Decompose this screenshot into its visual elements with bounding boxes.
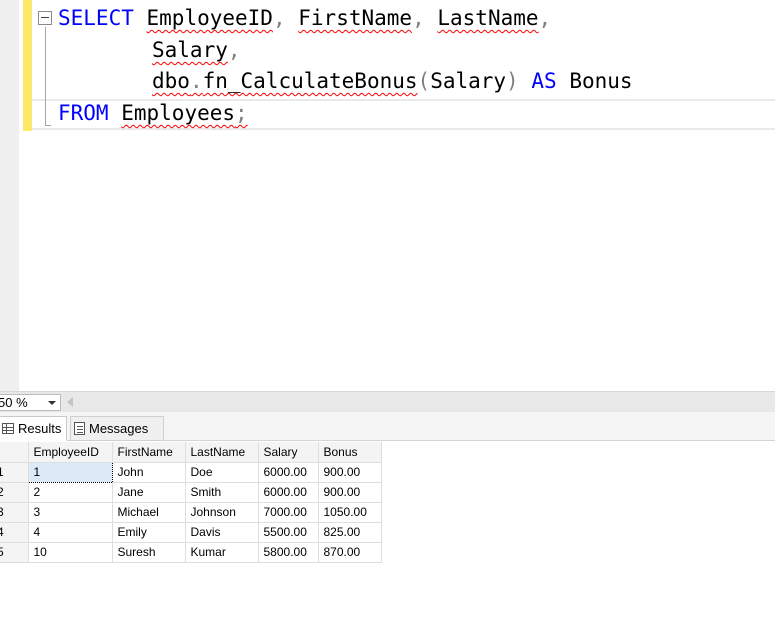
fold-guide: [45, 27, 51, 126]
code-line-1: SELECT EmployeeID, FirstName, LastName,: [58, 4, 551, 32]
keyword-as: AS: [531, 69, 557, 93]
cell-bonus[interactable]: 825.00: [318, 522, 382, 543]
cell-lastname[interactable]: Kumar: [185, 542, 259, 563]
cell-employeeid[interactable]: 4: [28, 522, 113, 543]
zoom-value: 50 %: [0, 395, 28, 410]
cell-lastname[interactable]: Davis: [185, 522, 259, 543]
cell-salary[interactable]: 6000.00: [258, 462, 319, 483]
cell-firstname[interactable]: Suresh: [112, 542, 186, 563]
keyword-select: SELECT: [58, 6, 134, 30]
cell-firstname[interactable]: Jane: [112, 482, 186, 503]
corner-cell[interactable]: [0, 442, 29, 463]
function-name: fn_CalculateBonus: [202, 69, 418, 93]
cell-lastname[interactable]: Doe: [185, 462, 259, 483]
query-editor[interactable]: SELECT EmployeeID, FirstName, LastName, …: [0, 0, 775, 391]
cell-firstname[interactable]: John: [112, 462, 186, 483]
cell-salary[interactable]: 7000.00: [258, 502, 319, 523]
zoom-select[interactable]: 50 %: [0, 394, 61, 411]
column-lastname: LastName: [437, 6, 539, 30]
cell-salary[interactable]: 5800.00: [258, 542, 319, 563]
cell-employeeid[interactable]: 1: [27, 461, 113, 483]
lparen: (: [417, 69, 431, 93]
code-line-4: FROM Employees;: [58, 99, 248, 127]
column-header[interactable]: LastName: [185, 442, 259, 463]
collapse-icon[interactable]: [38, 11, 52, 25]
table-row: 2 2 Jane Smith 6000.00 900.00: [0, 482, 382, 503]
column-header[interactable]: Bonus: [318, 442, 382, 463]
header-row: EmployeeID FirstName LastName Salary Bon…: [0, 442, 382, 463]
row-number[interactable]: 1: [0, 462, 29, 483]
tab-results-label: Results: [18, 421, 62, 436]
cell-salary[interactable]: 5500.00: [258, 522, 319, 543]
grid-icon: [2, 423, 14, 435]
change-margin: [23, 0, 32, 131]
column-firstname: FirstName: [298, 6, 413, 30]
cell-bonus[interactable]: 870.00: [318, 542, 382, 563]
chevron-down-icon[interactable]: [48, 401, 56, 405]
code-line-2: Salary,: [152, 36, 241, 64]
code-line-3: dbo.fn_CalculateBonus(Salary) AS Bonus: [152, 67, 633, 95]
cell-employeeid[interactable]: 2: [28, 482, 113, 503]
row-number[interactable]: 3: [0, 502, 29, 523]
cell-salary[interactable]: 6000.00: [258, 482, 319, 503]
column-salary: Salary: [152, 38, 228, 62]
editor-gutter: [0, 0, 19, 391]
scroll-left-icon[interactable]: [67, 397, 73, 407]
cell-bonus[interactable]: 900.00: [318, 482, 382, 503]
cell-firstname[interactable]: Michael: [112, 502, 186, 523]
alias-bonus: Bonus: [569, 69, 633, 93]
messages-icon: [74, 422, 85, 436]
row-number[interactable]: 4: [0, 522, 29, 543]
keyword-from: FROM: [58, 101, 109, 125]
table-row: 5 10 Suresh Kumar 5800.00 870.00: [0, 542, 382, 563]
tab-messages[interactable]: Messages: [70, 416, 164, 441]
comma: ,: [227, 38, 241, 62]
column-header[interactable]: EmployeeID: [28, 442, 113, 463]
zoom-bar: 50 %: [0, 391, 775, 412]
tab-results[interactable]: Results: [0, 416, 67, 441]
row-number[interactable]: 2: [0, 482, 29, 503]
cell-employeeid[interactable]: 10: [28, 542, 113, 563]
column-header[interactable]: Salary: [258, 442, 319, 463]
results-grid[interactable]: EmployeeID FirstName LastName Salary Bon…: [0, 442, 382, 563]
rparen: ): [506, 69, 519, 93]
table-employees: Employees: [121, 101, 236, 125]
cell-lastname[interactable]: Johnson: [185, 502, 259, 523]
tab-messages-label: Messages: [89, 421, 149, 436]
schema-dbo: dbo: [152, 69, 190, 93]
comma: ,: [272, 6, 286, 30]
column-employeeid: EmployeeID: [146, 6, 273, 30]
table-row: 3 3 Michael Johnson 7000.00 1050.00: [0, 502, 382, 523]
table-row: 4 4 Emily Davis 5500.00 825.00: [0, 522, 382, 543]
cell-employeeid[interactable]: 3: [28, 502, 113, 523]
function-arg: Salary: [430, 69, 507, 93]
cell-bonus[interactable]: 900.00: [318, 462, 382, 483]
comma: ,: [538, 6, 552, 30]
semicolon: ;: [235, 101, 248, 125]
comma: ,: [412, 6, 425, 30]
table-row: 1 1 John Doe 6000.00 900.00: [0, 461, 382, 483]
dot: .: [189, 69, 203, 93]
column-header[interactable]: FirstName: [112, 442, 186, 463]
cell-bonus[interactable]: 1050.00: [318, 502, 382, 523]
row-number[interactable]: 5: [0, 542, 29, 563]
results-tab-strip: Results Messages: [0, 412, 775, 441]
cell-firstname[interactable]: Emily: [112, 522, 186, 543]
cell-lastname[interactable]: Smith: [185, 482, 259, 503]
